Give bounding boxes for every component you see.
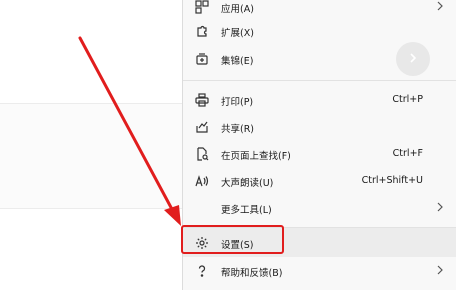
menu-item-label: 帮助和反馈(B) [221, 268, 283, 279]
menu-item-shortcut: Ctrl+F [392, 148, 423, 159]
chevron-right-icon [407, 50, 419, 69]
menu-item-extensions[interactable]: 扩展(X) [183, 18, 456, 44]
chevron-right-icon [435, 200, 445, 214]
menu-item-label: 更多工具(L) [221, 205, 272, 216]
menu-item-label: 集锦(E) [221, 56, 254, 67]
collections-icon [195, 52, 209, 66]
apps-icon [195, 0, 209, 14]
print-icon [195, 93, 209, 107]
menu-item-shortcut: Ctrl+Shift+U [361, 175, 423, 186]
menu-item-label: 大声朗读(U) [221, 178, 274, 189]
menu-item-shortcut: Ctrl+P [392, 94, 423, 105]
help-icon [195, 264, 209, 278]
menu-item-read-aloud[interactable]: 大声朗读(U) Ctrl+Shift+U [183, 168, 456, 194]
menu-item-find-on-page[interactable]: 在页面上查找(F) Ctrl+F [183, 141, 456, 167]
extensions-icon [195, 24, 209, 38]
chevron-right-icon [435, 0, 445, 13]
menu-item-label: 打印(P) [221, 97, 254, 108]
menu-item-label: 共享(R) [221, 124, 255, 135]
menu-item-label: 在页面上查找(F) [221, 151, 291, 162]
menu-item-help-feedback[interactable]: 帮助和反馈(B) [183, 258, 456, 284]
menu-item-more-tools[interactable]: 更多工具(L) [183, 195, 456, 221]
menu-item-label: 扩展(X) [221, 28, 254, 39]
settings-highlight-box [181, 225, 284, 254]
menu-item-apps[interactable]: 应用(A) [183, 0, 456, 20]
read-aloud-icon [195, 174, 209, 188]
chevron-right-icon [435, 263, 445, 277]
share-icon [195, 120, 209, 134]
find-on-page-icon [195, 147, 209, 161]
page-background-panel [0, 103, 182, 209]
menu-item-share[interactable]: 共享(R) [183, 114, 456, 140]
menu-item-print[interactable]: 打印(P) Ctrl+P [183, 87, 456, 113]
scroll-right-button[interactable] [396, 42, 430, 76]
menu-item-label: 应用(A) [221, 4, 254, 15]
menu-separator [183, 80, 456, 81]
